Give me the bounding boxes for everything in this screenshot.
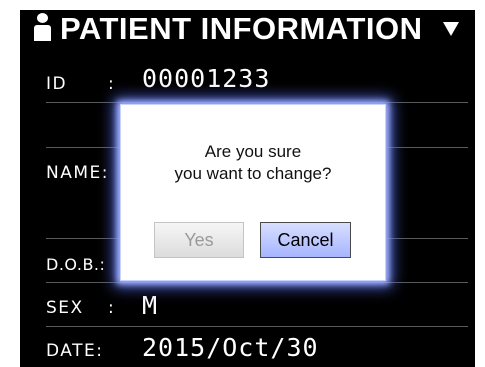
id-value[interactable]: 00001233 (142, 64, 270, 93)
divider (46, 102, 468, 103)
dialog-message-line-2: you want to change? (174, 164, 332, 183)
date-row: DATE: 2015/Oct/30 (20, 332, 475, 367)
sex-value[interactable]: M (142, 291, 158, 320)
name-label: NAME: (46, 163, 109, 183)
page-title: PATIENT INFORMATION (60, 11, 423, 46)
dropdown-triangle-icon[interactable] (443, 22, 459, 36)
dialog-message-line-1: Are you sure (204, 142, 302, 161)
id-label: ID (46, 74, 68, 94)
sex-row: SEX : M (20, 290, 475, 326)
sex-colon: : (108, 298, 114, 318)
divider (46, 282, 468, 283)
id-colon: : (108, 74, 114, 94)
dialog-message: Are you sure you want to change? (121, 141, 385, 185)
divider (46, 326, 468, 327)
id-row: ID : 00001233 (20, 64, 475, 100)
person-icon (34, 13, 52, 41)
dob-label: D.O.B.: (46, 255, 106, 274)
cancel-button[interactable]: Cancel (260, 222, 351, 258)
header: PATIENT INFORMATION (20, 10, 475, 60)
confirm-dialog: Are you sure you want to change? Yes Can… (120, 104, 386, 281)
sex-label: SEX (46, 298, 84, 318)
date-label: DATE: (46, 341, 104, 361)
yes-button[interactable]: Yes (154, 222, 244, 258)
date-value[interactable]: 2015/Oct/30 (142, 333, 319, 362)
